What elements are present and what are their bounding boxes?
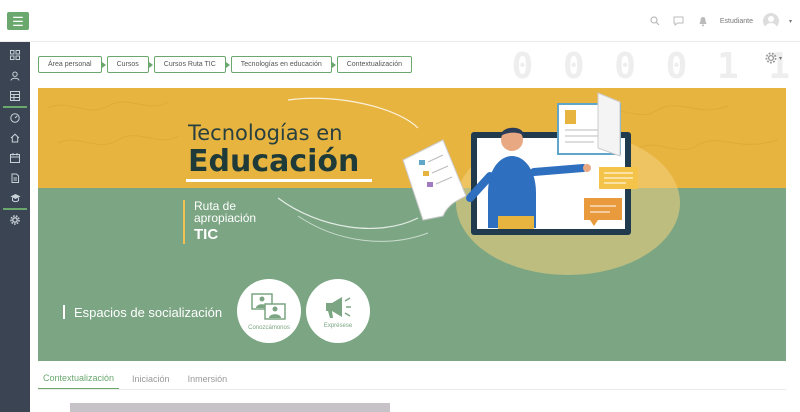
circle-label: Conozcámonos: [248, 324, 290, 331]
content-image-preview: [70, 403, 390, 412]
sidebar-item-participants[interactable]: [0, 66, 30, 86]
tab-inmersion[interactable]: Inmersión: [183, 368, 233, 390]
sidebar-item-grid[interactable]: [0, 45, 30, 65]
grid-icon: [10, 50, 20, 60]
menu-toggle-button[interactable]: ☰: [7, 12, 29, 30]
sidebar-item-home[interactable]: [0, 128, 30, 148]
ruta-line3: TIC: [194, 226, 219, 243]
avatar[interactable]: [762, 13, 779, 29]
circle-label: Exprésese: [323, 322, 353, 329]
hamburger-icon: ☰: [12, 13, 24, 29]
home-icon: [10, 133, 20, 143]
breadcrumb-item[interactable]: Tecnologías en educación: [230, 55, 336, 73]
bell-icon[interactable]: [696, 14, 710, 28]
sidebar-item-grades[interactable]: [0, 86, 30, 106]
user-group-icon: [10, 71, 20, 81]
spaces-title: Espacios de socialización: [74, 305, 223, 320]
sidebar-item-settings[interactable]: [0, 210, 30, 230]
title-underline: [186, 179, 372, 182]
background-decoration: 0 0 0 0 1 1: [511, 46, 794, 87]
photos-icon: [251, 292, 286, 320]
breadcrumb-item-current[interactable]: Contextualización: [336, 55, 412, 73]
sidebar-item-dashboard[interactable]: [0, 108, 30, 128]
table-icon: [10, 91, 20, 101]
tab-contextualizacion[interactable]: Contextualización: [38, 368, 120, 390]
user-area: Estudiante ▾: [648, 13, 792, 29]
expresese-button[interactable]: Exprésese: [306, 279, 370, 343]
left-sidebar: [0, 42, 30, 412]
ruta-accent-bar: [183, 200, 185, 244]
breadcrumb: Área personal Cursos Cursos Ruta TIC Tec…: [38, 54, 412, 74]
user-name[interactable]: Estudiante: [720, 18, 753, 25]
sidebar-item-files[interactable]: [0, 168, 30, 188]
megaphone-icon: [326, 296, 351, 318]
main-content: 0 0 0 0 1 1 Área personal Cursos Cursos …: [30, 42, 800, 412]
breadcrumb-item[interactable]: Cursos Ruta TIC: [153, 55, 230, 73]
course-banner: Tecnologías en Educación Ruta de apropia…: [38, 88, 786, 361]
breadcrumb-item[interactable]: Cursos: [106, 55, 153, 73]
tab-iniciacion[interactable]: Iniciación: [127, 368, 175, 390]
gear-icon: [765, 52, 777, 64]
dashboard-icon: [10, 113, 20, 123]
banner-illustration: [47, 92, 779, 275]
chevron-down-icon: ▾: [779, 55, 783, 62]
sidebar-item-courses[interactable]: [0, 188, 30, 208]
settings-icon: [10, 215, 20, 225]
top-navbar: ☰ Estudiante ▾: [0, 0, 800, 42]
banner-title-line1: Tecnologías en: [188, 121, 343, 145]
conozcamonos-button[interactable]: Conozcámonos: [237, 279, 301, 343]
section-tabs: Contextualización Iniciación Inmersión: [38, 368, 240, 390]
ruta-label: Ruta de apropiación TIC: [194, 200, 256, 243]
calendar-icon: [10, 153, 20, 163]
files-icon: [11, 173, 19, 183]
ruta-line2: apropiación: [194, 211, 257, 225]
graduation-cap-icon: [10, 194, 20, 203]
spaces-accent-bar: [63, 305, 65, 319]
page-actions-menu[interactable]: ▾: [765, 52, 782, 64]
banner-title-line2: Educación: [188, 144, 360, 179]
tabs-divider: [38, 389, 786, 390]
sidebar-item-calendar[interactable]: [0, 148, 30, 168]
chat-icon[interactable]: [672, 14, 686, 28]
breadcrumb-item[interactable]: Área personal: [38, 55, 106, 73]
search-icon[interactable]: [648, 14, 662, 28]
chevron-down-icon[interactable]: ▾: [789, 18, 792, 25]
